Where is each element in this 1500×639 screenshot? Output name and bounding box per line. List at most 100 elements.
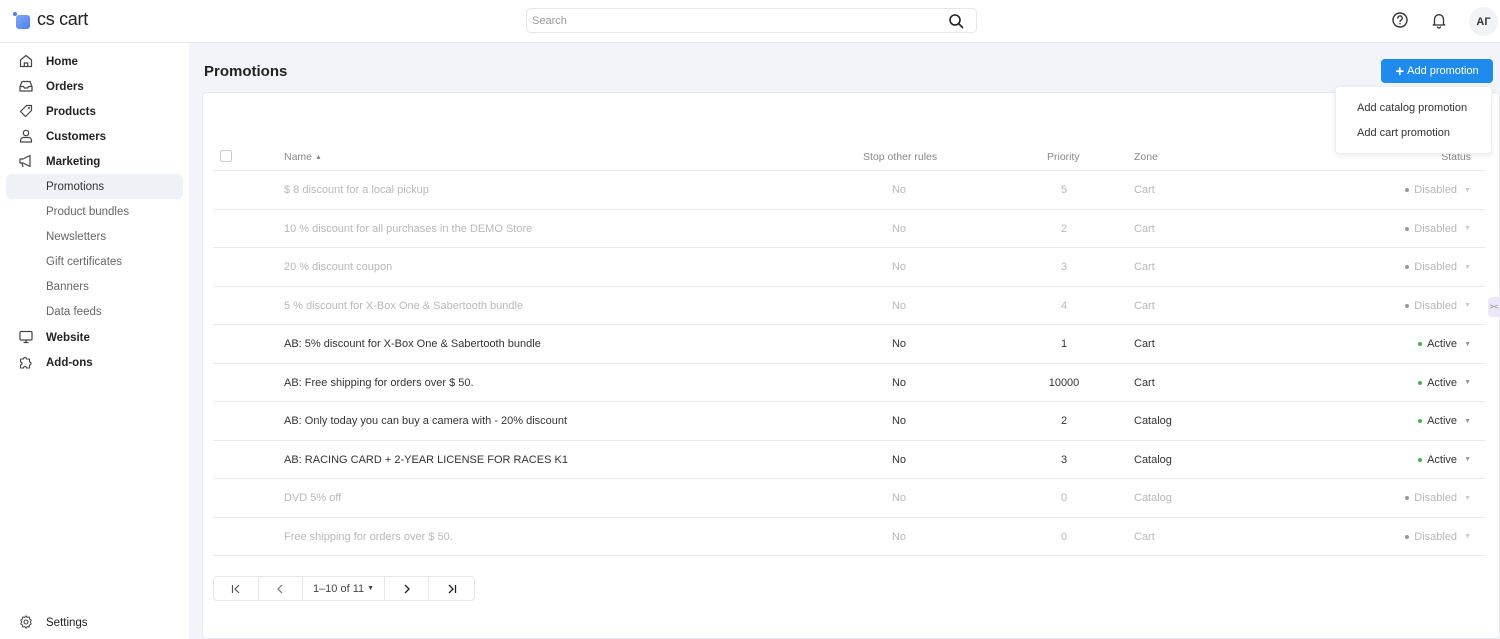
sidebar-item-home[interactable]: Home [6,49,183,74]
select-all-checkbox[interactable] [220,150,232,162]
search-icon[interactable] [948,13,964,29]
caret-down-icon: ▼ [1464,494,1471,502]
sidebar-item-orders[interactable]: Orders [6,74,183,99]
sidebar-item-data-feeds[interactable]: Data feeds [6,299,183,324]
status-dropdown[interactable]: Disabled ▼ [1405,300,1471,312]
next-page-button[interactable] [385,577,430,600]
page-title: Promotions [204,63,288,80]
promotion-name-link[interactable]: AB: RACING CARD + 2-YEAR LICENSE FOR RAC… [284,454,568,466]
user-icon [19,129,33,143]
promotion-name-link[interactable]: 10 % discount for all purchases in the D… [284,223,532,235]
caret-down-icon: ▼ [1464,302,1471,309]
search-box [526,8,977,33]
last-page-button[interactable] [429,577,474,600]
sidebar-item-settings[interactable]: Settings [6,610,183,635]
pagination: 1–10 of 11 ▼ [213,576,475,601]
status-dot-icon [1418,457,1423,462]
status-label: Disabled [1414,492,1458,504]
promotion-name-link[interactable]: Free shipping for orders over $ 50. [284,531,453,543]
stop-other-rules-value: No [891,415,907,427]
sidebar-item-marketing[interactable]: Marketing [6,149,183,174]
caret-down-icon: ▼ [1464,263,1471,271]
side-panel-toggle[interactable]: >< [1488,297,1500,317]
stop-other-rules-value: No [891,492,907,504]
search-input[interactable] [527,9,927,32]
promotion-name-link[interactable]: 20 % discount coupon [284,261,392,273]
stop-other-rules-value: No [891,261,907,273]
first-page-button[interactable] [214,577,259,600]
column-header-stop-other-rules[interactable]: Stop other rules [863,151,937,163]
priority-value: 0 [1060,492,1068,504]
status-dropdown[interactable]: Active ▼ [1418,338,1471,350]
status-label: Disabled [1414,299,1458,312]
sidebar-item-newsletters[interactable]: Newsletters [6,224,183,249]
zone-value: Cart [1134,184,1155,196]
promotion-name-link[interactable]: 5 % discount for X-Box One & Sabertooth … [284,300,523,312]
status-dropdown[interactable]: Disabled ▼ [1405,184,1471,196]
priority-value: 3 [1060,453,1068,466]
caret-down-icon: ▼ [1464,533,1471,540]
page-range-select[interactable]: 1–10 of 11 ▼ [303,577,385,600]
sidebar-item-website[interactable]: Website [6,325,183,350]
caret-down-icon: ▼ [1464,225,1471,232]
user-avatar[interactable]: АГ [1469,7,1498,36]
status-dropdown[interactable]: Active ▼ [1418,415,1471,427]
gear-icon [20,615,32,629]
promotion-name-link[interactable]: AB: 5% discount for X-Box One & Sabertoo… [284,338,541,350]
status-dropdown[interactable]: Disabled ▼ [1405,261,1471,273]
stop-other-rules-value: No [891,222,907,235]
status-dropdown[interactable]: Active ▼ [1418,377,1471,389]
column-header-name[interactable]: Name ▲ [284,151,322,163]
caret-down-icon: ▼ [1464,417,1471,425]
priority-value: 4 [1060,299,1068,312]
zone-value: Cart [1134,261,1155,273]
promotion-name-link[interactable]: DVD 5% off [284,492,341,504]
sidebar-item-add-ons[interactable]: Add-ons [6,350,183,375]
table-row: DVD 5% off No 0 Catalog Disabled ▼ [213,479,1485,518]
bell-icon[interactable] [1430,11,1448,29]
status-dropdown[interactable]: Disabled ▼ [1405,223,1471,235]
sidebar-item-products[interactable]: Products [6,99,183,124]
sidebar-item-gift-certificates[interactable]: Gift certificates [6,249,183,274]
add-promotion-button[interactable]: + Add promotion [1381,59,1493,83]
table-row: 5 % discount for X-Box One & Sabertooth … [213,287,1485,325]
menu-item-add-catalog-promotion[interactable]: Add catalog promotion [1357,102,1467,114]
puzzle-icon [19,357,32,369]
status-dropdown[interactable]: Disabled ▼ [1405,492,1471,504]
status-dot-icon [1405,303,1410,308]
help-icon[interactable] [1391,11,1409,29]
zone-value: Catalog [1134,453,1172,466]
sidebar-item-banners[interactable]: Banners [6,274,183,299]
table-row: 20 % discount coupon No 3 Cart Disabled ▼ [213,248,1485,287]
column-header-zone[interactable]: Zone [1134,151,1158,163]
zone-value: Cart [1134,530,1155,543]
status-label: Disabled [1414,261,1458,273]
inbox-icon [19,80,33,92]
sidebar-item-customers[interactable]: Customers [6,124,183,149]
priority-value: 5 [1060,184,1068,196]
logo[interactable]: cs cart [13,9,88,30]
logo-text: cs cart [37,9,88,29]
menu-item-add-cart-promotion[interactable]: Add cart promotion [1357,127,1450,139]
monitor-icon [19,330,33,344]
table-row: AB: 5% discount for X-Box One & Sabertoo… [213,325,1485,364]
status-label: Disabled [1414,184,1458,196]
promotion-name-link[interactable]: $ 8 discount for a local pickup [284,184,429,196]
status-dropdown[interactable]: Disabled ▼ [1405,531,1471,543]
prev-page-button[interactable] [259,577,304,600]
status-dropdown[interactable]: Active ▼ [1418,454,1471,466]
caret-down-icon: ▼ [367,585,375,592]
sort-asc-icon: ▲ [314,154,322,161]
logo-icon [13,10,31,30]
stop-other-rules-value: No [891,530,907,543]
sidebar-item-product-bundles[interactable]: Product bundles [6,199,183,224]
status-dot-icon [1405,188,1410,192]
sidebar-item-promotions[interactable]: Promotions [6,174,183,199]
column-header-priority[interactable]: Priority [1047,151,1080,163]
status-dot-icon [1418,380,1423,385]
priority-value: 10000 [1048,376,1080,389]
promotion-name-link[interactable]: AB: Only today you can buy a camera with… [284,415,567,427]
status-label: Active [1427,376,1458,389]
chevron-left-icon [277,584,283,593]
promotion-name-link[interactable]: AB: Free shipping for orders over $ 50. [284,377,474,389]
